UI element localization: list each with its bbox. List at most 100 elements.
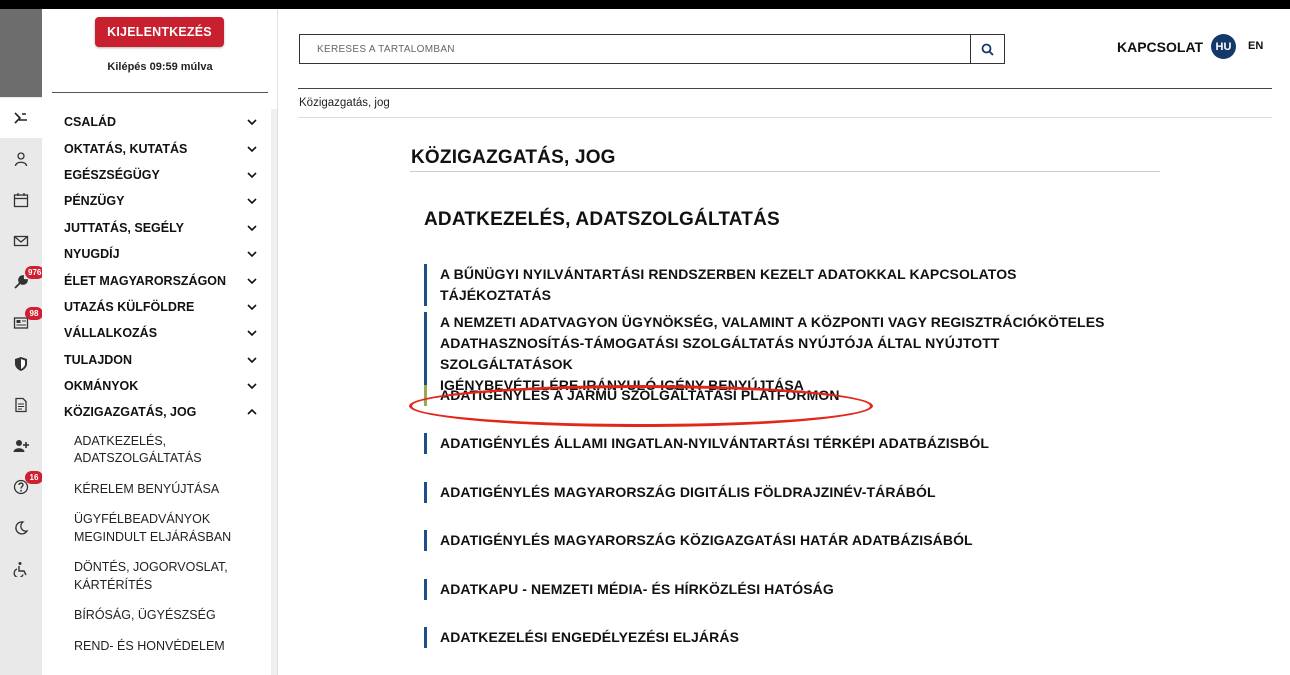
- help-badge: 16: [25, 471, 43, 484]
- chevron-down-icon: [247, 330, 257, 337]
- chevron-down-icon: [247, 119, 257, 126]
- moon-icon[interactable]: [0, 508, 42, 548]
- service-link[interactable]: ADATIGÉNYLÉS A JÁRMŰ SZOLGÁLTATÁSI PLATF…: [424, 385, 1124, 406]
- submenu-item-label: ADATKEZELÉS,: [74, 433, 167, 448]
- sidebar-item-okmanyok[interactable]: OKMÁNYOK: [42, 373, 270, 399]
- submenu-item-label: MEGINDULT ELJÁRÁSBAN: [74, 529, 232, 544]
- sidebar-item-utazas[interactable]: UTAZÁS KÜLFÖLDRE: [42, 294, 270, 320]
- add-user-icon[interactable]: [0, 426, 42, 466]
- wrench-icon[interactable]: 976: [0, 262, 45, 302]
- shield-icon[interactable]: [0, 344, 42, 384]
- chevron-down-icon: [247, 304, 257, 311]
- submenu-item-label: KÁRTÉRÍTÉS: [74, 577, 153, 592]
- submenu-item-kerelem[interactable]: KÉRELEM BENYÚJTÁSA: [42, 481, 270, 499]
- service-link-label: ADATIGÉNYLÉS A JÁRMŰ SZOLGÁLTATÁSI PLATF…: [440, 387, 840, 403]
- sidebar-item-nyugdij[interactable]: NYUGDÍJ: [42, 241, 270, 267]
- submenu-item-label: ADATSZOLGÁLTATÁS: [74, 451, 202, 466]
- sidebar-item-label: TULAJDON: [64, 352, 133, 367]
- sidebar: KIJELENTKEZÉS Kilépés 09:59 múlva CSALÁD…: [42, 9, 278, 675]
- sidebar-scrollbar[interactable]: [271, 109, 277, 675]
- service-link-label: ADATHASZNOSÍTÁS-TÁMOGATÁSI SZOLGÁLTATÁS …: [440, 335, 1000, 372]
- submenu-item-adatkezeles[interactable]: ADATKEZELÉS, ADATSZOLGÁLTATÁS: [42, 433, 270, 468]
- breadcrumb[interactable]: Közigazgatás, jog: [299, 97, 390, 109]
- mail-icon[interactable]: [0, 221, 42, 261]
- language-hu-button[interactable]: HU: [1211, 34, 1236, 59]
- header-divider: [298, 88, 1272, 89]
- session-timer: Kilépés 09:59 múlva: [107, 61, 213, 73]
- service-link[interactable]: ADATKEZELÉSI ENGEDÉLYEZÉSI ELJÁRÁS: [424, 627, 1124, 648]
- service-link-label: ADATKEZELÉSI ENGEDÉLYEZÉSI ELJÁRÁS: [440, 629, 740, 645]
- service-link-label: A NEMZETI ADATVAGYON ÜGYNÖKSÉG, VALAMINT…: [440, 314, 1105, 330]
- title-divider: [410, 171, 1160, 172]
- service-link-label: A BŰNÜGYI NYILVÁNTARTÁSI RENDSZERBEN KEZ…: [440, 266, 1017, 303]
- sidebar-item-tulajdon[interactable]: TULAJDON: [42, 347, 270, 373]
- sidebar-item-penzugy[interactable]: PÉNZÜGY: [42, 188, 270, 214]
- sidebar-item-label: PÉNZÜGY: [64, 194, 125, 209]
- service-link-label: ADATIGÉNYLÉS ÁLLAMI INGATLAN-NYILVÁNTART…: [440, 435, 990, 451]
- sidebar-item-label: OKMÁNYOK: [64, 379, 139, 394]
- search-icon: [981, 43, 994, 56]
- service-link[interactable]: A BŰNÜGYI NYILVÁNTARTÁSI RENDSZERBEN KEZ…: [424, 264, 1124, 306]
- sidebar-item-kozigazgatas[interactable]: KÖZIGAZGATÁS, JOG: [42, 399, 270, 425]
- login-icon[interactable]: [0, 98, 42, 138]
- search-bar: [299, 34, 1005, 64]
- chevron-down-icon: [247, 251, 257, 258]
- sidebar-item-label: JUTTATÁS, SEGÉLY: [64, 220, 184, 235]
- chevron-down-icon: [247, 146, 257, 152]
- sidebar-item-csalad[interactable]: CSALÁD: [42, 109, 270, 135]
- submenu-item-label: KÉRELEM BENYÚJTÁSA: [74, 481, 220, 496]
- chevron-down-icon: [247, 357, 257, 363]
- accessibility-icon[interactable]: [0, 549, 42, 589]
- sidebar-item-label: CSALÁD: [64, 115, 117, 130]
- sidebar-item-label: ÉLET MAGYARORSZÁGON: [64, 273, 227, 288]
- chevron-down-icon: [247, 198, 257, 205]
- sidebar-item-label: EGÉSZSÉGÜGY: [64, 167, 160, 182]
- rail-header: [0, 9, 42, 97]
- service-link[interactable]: ADATKAPU - NEMZETI MÉDIA- ÉS HÍRKÖZLÉSI …: [424, 579, 1124, 600]
- category-menu: CSALÁD OKTATÁS, KUTATÁS EGÉSZSÉGÜGY PÉNZ…: [42, 109, 270, 655]
- search-button[interactable]: [970, 35, 1004, 63]
- sidebar-divider: [52, 92, 268, 93]
- submenu-item-birosag[interactable]: BÍRÓSÁG, ÜGYÉSZSÉG: [42, 607, 270, 625]
- submenu-item-label: REND- ÉS HONVÉDELEM: [74, 638, 225, 653]
- submenu-item-ugyfelbeadvanyok[interactable]: ÜGYFÉLBEADVÁNYOK MEGINDULT ELJÁRÁSBAN: [42, 511, 270, 546]
- help-icon[interactable]: 16: [0, 467, 43, 507]
- news-badge: 98: [25, 307, 43, 320]
- service-link[interactable]: ADATIGÉNYLÉS ÁLLAMI INGATLAN-NYILVÁNTART…: [424, 433, 1124, 454]
- service-link[interactable]: ADATIGÉNYLÉS MAGYARORSZÁG KÖZIGAZGATÁSI …: [424, 530, 1124, 551]
- icon-rail: 976 98 16: [0, 9, 45, 675]
- submenu-item-label: BÍRÓSÁG, ÜGYÉSZSÉG: [74, 608, 216, 623]
- user-icon[interactable]: [0, 139, 42, 179]
- submenu-item-label: DÖNTÉS, JOGORVOSLAT,: [74, 560, 228, 575]
- chevron-down-icon: [247, 172, 257, 179]
- sidebar-item-vallalkozas[interactable]: VÁLLALKOZÁS: [42, 320, 270, 346]
- sidebar-item-egeszsegugy[interactable]: EGÉSZSÉGÜGY: [42, 162, 270, 188]
- sidebar-item-label: NYUGDÍJ: [64, 247, 120, 262]
- service-link-label: ADATIGÉNYLÉS MAGYARORSZÁG DIGITÁLIS FÖLD…: [440, 484, 936, 500]
- submenu-item-dontes[interactable]: DÖNTÉS, JOGORVOSLAT, KÁRTÉRÍTÉS: [42, 559, 270, 594]
- chevron-down-icon: [247, 225, 257, 231]
- chevron-down-icon: [247, 277, 257, 284]
- page-title: KÖZIGAZGATÁS, JOG: [411, 147, 616, 168]
- service-link[interactable]: ADATIGÉNYLÉS MAGYARORSZÁG DIGITÁLIS FÖLD…: [424, 482, 1124, 503]
- sidebar-item-juttatas[interactable]: JUTTATÁS, SEGÉLY: [42, 215, 270, 241]
- sidebar-item-label: OKTATÁS, KUTATÁS: [64, 141, 188, 156]
- section-title: ADATKEZELÉS, ADATSZOLGÁLTATÁS: [424, 209, 780, 230]
- submenu-item-label: ÜGYFÉLBEADVÁNYOK: [74, 512, 211, 527]
- service-link[interactable]: A NEMZETI ADATVAGYON ÜGYNÖKSÉG, VALAMINT…: [424, 312, 1124, 396]
- logout-button[interactable]: KIJELENTKEZÉS: [95, 17, 224, 47]
- chevron-down-icon: [247, 383, 257, 390]
- submenu-item-rendvedelem[interactable]: REND- ÉS HONVÉDELEM: [42, 638, 270, 656]
- sidebar-item-elet[interactable]: ÉLET MAGYARORSZÁGON: [42, 267, 270, 293]
- contact-link[interactable]: KAPCSOLAT: [1117, 39, 1203, 55]
- service-link-label: ADATKAPU - NEMZETI MÉDIA- ÉS HÍRKÖZLÉSI …: [440, 581, 834, 597]
- breadcrumb-divider: [298, 117, 1272, 118]
- sidebar-item-oktatas[interactable]: OKTATÁS, KUTATÁS: [42, 135, 270, 161]
- sidebar-item-label: UTAZÁS KÜLFÖLDRE: [64, 299, 195, 314]
- language-en-button[interactable]: EN: [1248, 40, 1263, 52]
- news-icon[interactable]: 98: [0, 303, 43, 343]
- search-input[interactable]: [300, 35, 970, 63]
- document-icon[interactable]: [0, 385, 42, 425]
- calendar-icon[interactable]: [0, 180, 42, 220]
- sidebar-item-label: KÖZIGAZGATÁS, JOG: [64, 405, 197, 420]
